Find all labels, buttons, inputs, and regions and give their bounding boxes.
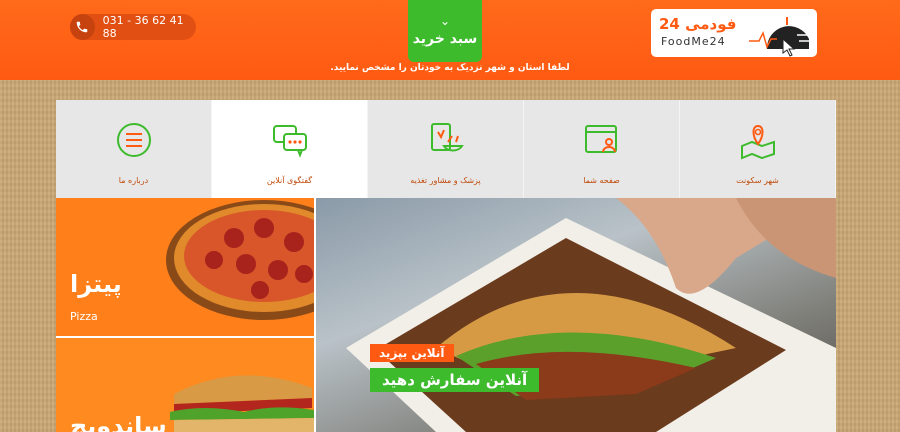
- logo-subtitle: FoodMe24: [661, 35, 726, 48]
- phone-number: 031 - 36 62 41 88: [102, 14, 184, 40]
- promo-banner[interactable]: آنلاین بپزید آنلاین سفارش دهید: [316, 198, 836, 432]
- chat-bubbles-icon: [272, 125, 307, 158]
- nav-label-city: شهر سکونت: [736, 176, 779, 185]
- category-pizza[interactable]: پیتزا Pizza: [56, 198, 314, 336]
- nav-label-user-page: صفحه شما: [583, 176, 620, 185]
- banner-line-2: آنلاین سفارش دهید: [370, 368, 540, 392]
- nav-label-nutrition: پزشک و مشاور تغذیه: [410, 176, 481, 185]
- nav-item-city[interactable]: شهر سکونت: [680, 100, 836, 198]
- phone-burger-image: [346, 198, 836, 432]
- pizza-title: پیتزا: [70, 270, 122, 298]
- nav-item-about[interactable]: درباره ما: [56, 100, 212, 198]
- logo-title: فودمی 24: [659, 15, 737, 33]
- clock-cursor-icon: [749, 17, 813, 57]
- sandwich-image: [170, 375, 314, 432]
- province-notice[interactable]: لطفا استان و شهر نزدیک به خودتان را مشخص…: [300, 63, 600, 73]
- chevron-down-icon: ⌄: [439, 14, 451, 28]
- user-page-icon: [584, 125, 617, 153]
- map-pin-icon: [740, 124, 775, 160]
- site-logo[interactable]: فودمی 24 FoodMe24: [651, 9, 817, 57]
- menu-lines-icon: [116, 123, 151, 157]
- phone-icon: [70, 14, 95, 40]
- cart-button[interactable]: ⌄ سبد خرید: [408, 0, 482, 62]
- pizza-image: [166, 200, 314, 320]
- nav-label-about: درباره ما: [118, 176, 149, 185]
- nav-item-user-page[interactable]: صفحه شما: [524, 100, 680, 198]
- nav-item-chat[interactable]: گفتگوی آنلاین: [212, 100, 368, 198]
- nav-item-nutrition[interactable]: پزشک و مشاور تغذیه: [368, 100, 524, 198]
- phone-contact[interactable]: 031 - 36 62 41 88: [70, 14, 196, 40]
- nav-label-chat: گفتگوی آنلاین: [266, 176, 313, 185]
- nutrition-book-icon: [430, 123, 464, 152]
- nav-row: درباره ما گفتگوی آنلاین پزشک و مشاور تغذ…: [56, 100, 836, 198]
- banner-line-1: آنلاین بپزید: [370, 344, 454, 362]
- pizza-subtitle: Pizza: [70, 310, 98, 323]
- category-sandwich[interactable]: ساندویچ: [56, 338, 314, 432]
- sandwich-title: ساندویچ: [70, 412, 167, 432]
- main-panel: درباره ما گفتگوی آنلاین پزشک و مشاور تغذ…: [56, 100, 836, 432]
- top-header: 031 - 36 62 41 88 ⌄ سبد خرید لطفا استان …: [0, 0, 900, 80]
- cart-label: سبد خرید: [412, 31, 478, 47]
